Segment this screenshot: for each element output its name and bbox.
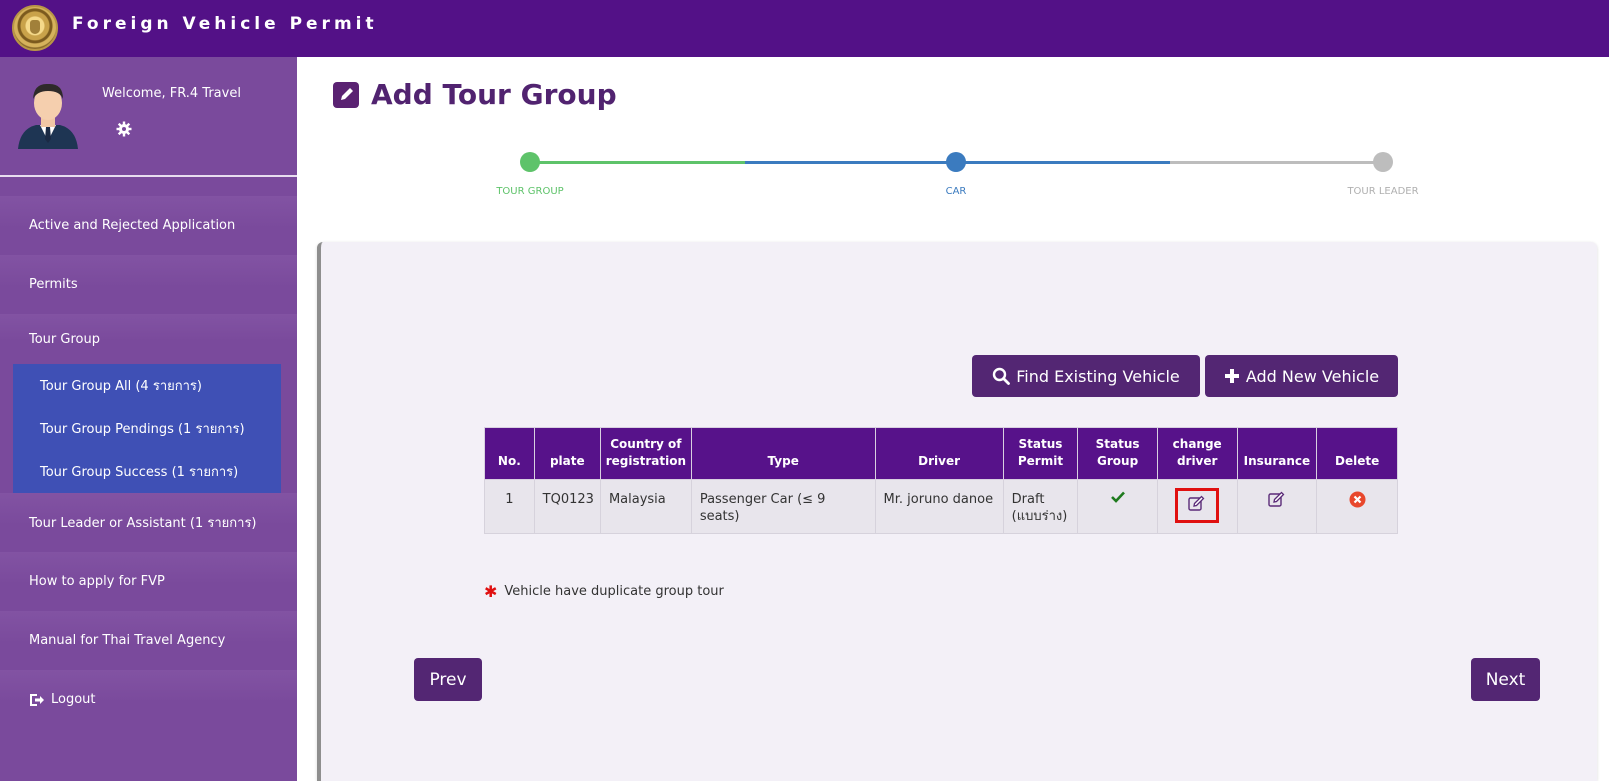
stepper-line-pending <box>1170 161 1383 164</box>
cell-insurance <box>1236 479 1318 534</box>
step-dot-tour-group <box>520 152 540 172</box>
sidebar-nav: Active and Rejected Application Permits … <box>0 196 297 729</box>
prev-button[interactable]: Prev <box>414 658 482 701</box>
logout-icon <box>30 693 44 706</box>
next-button-label: Next <box>1485 669 1526 690</box>
submenu-item-tour-group-pendings[interactable]: Tour Group Pendings (1 รายการ) <box>13 407 281 450</box>
table-header-row: No. plate Country of registration Type Dr… <box>484 427 1398 480</box>
next-button[interactable]: Next <box>1471 658 1540 701</box>
find-existing-vehicle-button[interactable]: Find Existing Vehicle <box>972 355 1200 397</box>
sidebar-item-label: Manual for Thai Travel Agency <box>29 633 226 648</box>
sidebar-item-tour-group[interactable]: Tour Group <box>0 314 297 364</box>
sidebar-item-label: Active and Rejected Application <box>29 218 236 233</box>
sidebar-divider <box>0 175 297 177</box>
add-new-vehicle-label: Add New Vehicle <box>1245 366 1380 386</box>
cell-change-driver <box>1156 479 1238 534</box>
asterisk-icon: ✱ <box>484 582 498 601</box>
search-icon <box>993 367 1011 385</box>
col-header-type: Type <box>690 427 876 480</box>
step-dot-tour-leader <box>1373 152 1393 172</box>
profile-panel: Welcome, FR.4 Travel <box>0 57 297 175</box>
col-header-delete: Delete <box>1316 427 1398 480</box>
step-label-tour-group: TOUR GROUP <box>496 186 564 197</box>
sidebar-item-manual[interactable]: Manual for Thai Travel Agency <box>0 611 297 670</box>
sidebar-item-label: Permits <box>29 277 78 292</box>
sidebar-item-logout[interactable]: Logout <box>0 670 297 729</box>
sidebar-item-active-rejected[interactable]: Active and Rejected Application <box>0 196 297 255</box>
cell-country: Malaysia <box>599 479 692 534</box>
cell-status-permit: Draft (แบบร่าง) <box>1002 479 1079 534</box>
submenu-item-label: Tour Group Success (1 รายการ) <box>40 465 239 480</box>
sidebar-item-label: Tour Group <box>29 331 100 347</box>
submenu-item-label: Tour Group All (4 รายการ) <box>40 379 202 394</box>
sidebar-item-label: Logout <box>51 692 96 707</box>
insurance-edit-button[interactable] <box>1268 491 1286 511</box>
cell-type: Passenger Car (≤ 9 seats) <box>690 479 876 534</box>
check-icon <box>1110 491 1125 503</box>
sidebar-item-how-to-apply[interactable]: How to apply for FVP <box>0 552 297 611</box>
col-header-insurance: Insurance <box>1236 427 1318 480</box>
sidebar-item-label: Tour Leader or Assistant (1 รายการ) <box>29 516 257 531</box>
duplicate-note: ✱ Vehicle have duplicate group tour <box>484 582 724 601</box>
col-header-no: No. <box>484 427 535 480</box>
page-header: Add Tour Group <box>333 78 617 111</box>
cell-driver: Mr. joruno danoe <box>874 479 1004 534</box>
cell-status-group <box>1077 479 1158 534</box>
submenu-item-tour-group-success[interactable]: Tour Group Success (1 รายการ) <box>13 450 281 493</box>
find-existing-vehicle-label: Find Existing Vehicle <box>1016 366 1180 386</box>
prev-button-label: Prev <box>429 669 467 690</box>
submenu-item-label: Tour Group Pendings (1 รายการ) <box>40 422 245 437</box>
gear-icon[interactable] <box>116 121 132 137</box>
vehicle-table: No. plate Country of registration Type Dr… <box>484 427 1398 534</box>
step-label-car: CAR <box>945 186 967 197</box>
edit-icon <box>1268 491 1285 507</box>
submenu-item-tour-group-all[interactable]: Tour Group All (4 รายการ) <box>13 364 281 407</box>
cell-delete <box>1316 479 1398 534</box>
add-new-vehicle-button[interactable]: Add New Vehicle <box>1205 355 1398 397</box>
user-avatar-icon <box>18 83 78 149</box>
sidebar-item-permits[interactable]: Permits <box>0 255 297 314</box>
step-label-tour-leader: TOUR LEADER <box>1347 186 1419 197</box>
col-header-plate: plate <box>533 427 601 480</box>
col-header-driver: Driver <box>874 427 1004 480</box>
sidebar-item-tour-leader[interactable]: Tour Leader or Assistant (1 รายการ) <box>0 493 297 552</box>
sidebar-item-label: How to apply for FVP <box>29 574 165 589</box>
delete-icon[interactable] <box>1349 491 1366 508</box>
col-header-country: Country of registration <box>599 427 692 480</box>
change-driver-button[interactable] <box>1175 488 1220 523</box>
duplicate-note-text: Vehicle have duplicate group tour <box>504 584 724 599</box>
step-dot-car <box>946 152 966 172</box>
stepper-line-done <box>530 161 745 164</box>
tour-group-submenu: Tour Group All (4 รายการ) Tour Group Pen… <box>13 364 281 493</box>
edit-icon <box>1188 495 1205 511</box>
sidebar: Welcome, FR.4 Travel Active and Rejected… <box>0 57 297 781</box>
cell-no: 1 <box>484 479 535 534</box>
app-title: Foreign Vehicle Permit <box>72 14 378 34</box>
cell-plate: TQ0123 <box>533 479 601 534</box>
plus-icon <box>1224 369 1239 383</box>
page-title: Add Tour Group <box>371 78 617 111</box>
top-bar: Foreign Vehicle Permit <box>0 0 1609 57</box>
col-header-status-permit: Status Permit <box>1002 427 1079 480</box>
col-header-status-group: Status Group <box>1077 427 1158 480</box>
edit-icon <box>333 81 359 108</box>
emblem-logo <box>12 5 58 51</box>
table-row: 1 TQ0123 Malaysia Passenger Car (≤ 9 sea… <box>484 479 1398 534</box>
welcome-text: Welcome, FR.4 Travel <box>102 86 241 101</box>
col-header-change-driver: change driver <box>1156 427 1238 480</box>
